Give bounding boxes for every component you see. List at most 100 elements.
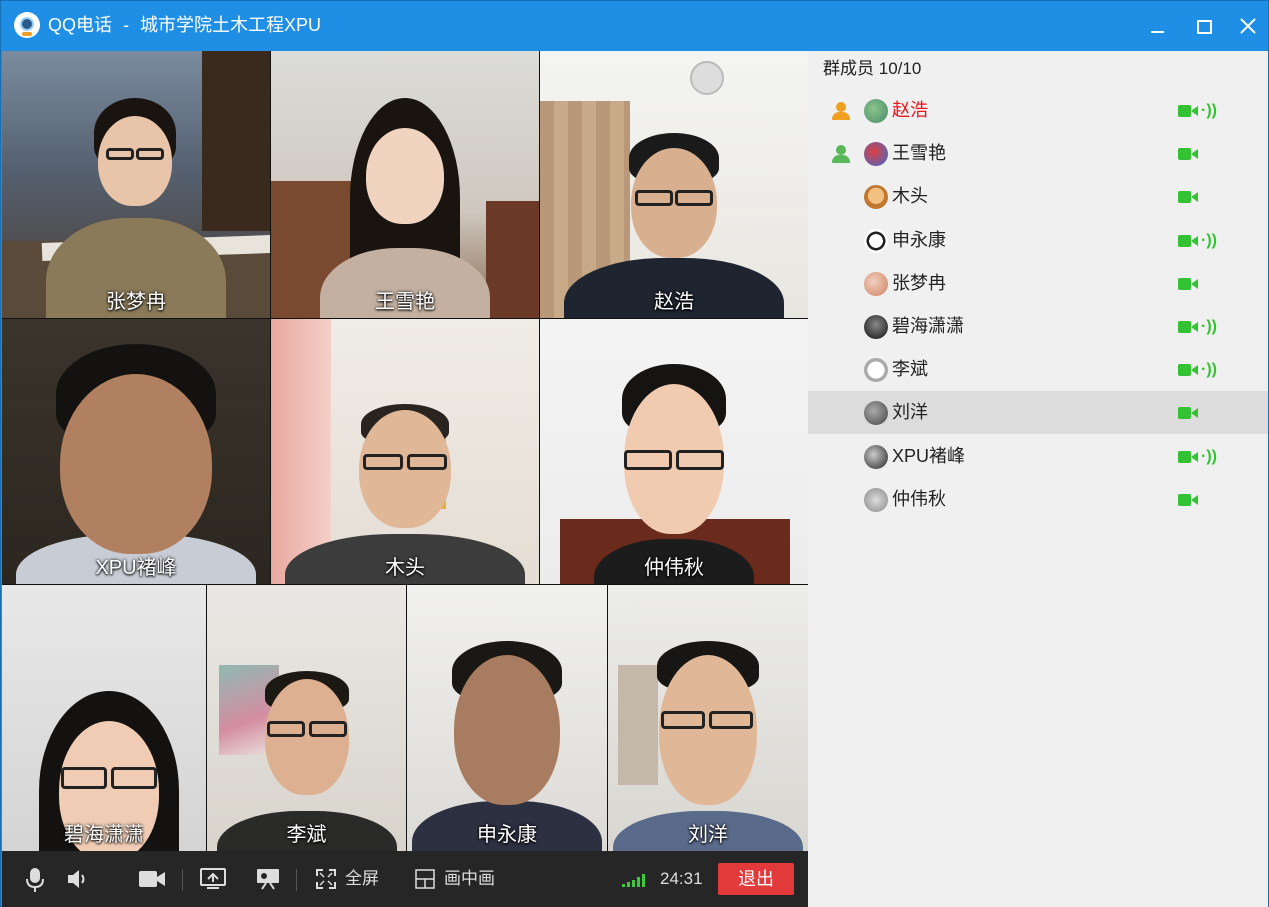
- tile-name-label: 申永康: [477, 824, 537, 846]
- video-camera-icon: [1178, 407, 1198, 420]
- camera-button[interactable]: [136, 851, 170, 907]
- presentation-icon: [257, 869, 279, 890]
- tile-name-label: 李斌: [286, 824, 327, 846]
- video-tile[interactable]: 木头: [271, 319, 539, 584]
- picture-in-picture-button[interactable]: 画中画: [415, 851, 505, 907]
- video-tile[interactable]: XPU褚峰: [2, 319, 270, 584]
- video-tile[interactable]: 李斌: [207, 585, 406, 851]
- picture-in-picture-label: 画中画: [444, 869, 495, 888]
- avatar: [864, 185, 888, 210]
- avatar: [864, 444, 888, 469]
- tile-name-label: 张梦冉: [106, 291, 166, 313]
- avatar: [864, 142, 888, 167]
- member-panel: 群成员 10/10 赵浩 ·)) 王雪艳木头申永康 ·)) 张梦冉碧海潇潇 ·)) 李斌 ·)…: [808, 51, 1268, 907]
- video-tile[interactable]: 申永康: [407, 585, 607, 851]
- avatar: [864, 271, 888, 296]
- qq-app-icon: [14, 12, 40, 38]
- avatar: [864, 487, 888, 512]
- toolbar-divider: [296, 869, 297, 891]
- avatar: [864, 358, 888, 383]
- avatar: [864, 228, 888, 253]
- speaker-button[interactable]: [64, 851, 94, 907]
- member-row[interactable]: 赵浩 ·)): [808, 89, 1268, 132]
- fullscreen-label: 全屏: [345, 869, 379, 888]
- microphone-button[interactable]: [20, 851, 50, 907]
- microphone-icon: [26, 868, 44, 892]
- video-camera-icon: [1178, 493, 1198, 506]
- speaking-icon: ·)): [1201, 231, 1217, 249]
- member-row[interactable]: 木头: [808, 175, 1268, 218]
- member-name: XPU褚峰: [892, 445, 966, 466]
- member-panel-title: 群成员: [823, 59, 874, 78]
- member-name: 张梦冉: [892, 272, 946, 293]
- avatar: [864, 99, 888, 123]
- member-row[interactable]: 李斌 ·)): [808, 348, 1268, 391]
- avatar: [864, 401, 888, 426]
- member-name: 申永康: [892, 229, 946, 250]
- group-name: 城市学院土木工程XPU: [140, 15, 322, 35]
- minimize-button[interactable]: [1140, 9, 1174, 43]
- member-name: 赵浩: [892, 100, 928, 120]
- admin-icon: [830, 143, 852, 165]
- tile-name-label: 刘洋: [688, 824, 728, 846]
- video-tile[interactable]: 赵浩: [540, 51, 808, 318]
- speaking-icon: ·)): [1201, 102, 1217, 119]
- signal-strength-icon: [622, 873, 652, 887]
- video-tile[interactable]: 张梦冉: [2, 51, 270, 318]
- member-name: 木头: [892, 186, 928, 207]
- member-row[interactable]: XPU褚峰 ·)): [808, 435, 1268, 478]
- qq-call-window: QQ电话 - 城市学院土木工程XPU 张梦冉 王雪艳 赵浩 XPU褚峰 木头 仲…: [0, 0, 1269, 907]
- member-row[interactable]: 申永康 ·)): [808, 219, 1268, 262]
- participant-video: [16, 344, 256, 584]
- tile-name-label: 木头: [385, 557, 425, 579]
- member-name: 刘洋: [892, 402, 928, 423]
- member-name: 李斌: [892, 359, 928, 380]
- picture-in-picture-icon: [415, 869, 435, 889]
- app-name: QQ电话: [48, 15, 113, 35]
- member-row[interactable]: 碧海潇潇 ·)): [808, 305, 1268, 348]
- tile-name-label: 碧海潇潇: [64, 824, 144, 846]
- speaking-icon: ·)): [1201, 318, 1217, 335]
- member-name: 仲伟秋: [892, 488, 946, 509]
- call-toolbar: 全屏 画中画 24:31 退出: [2, 851, 808, 907]
- video-tile[interactable]: 碧海潇潇: [2, 585, 206, 851]
- member-name: 碧海潇潇: [892, 316, 964, 336]
- video-tile[interactable]: 王雪艳: [271, 51, 539, 318]
- title-bar[interactable]: QQ电话 - 城市学院土木工程XPU: [1, 1, 1268, 51]
- window-title: QQ电话 - 城市学院土木工程XPU: [48, 14, 321, 36]
- maximize-button[interactable]: [1186, 9, 1220, 43]
- speaking-icon: ·)): [1201, 361, 1217, 379]
- speaking-icon: ·)): [1201, 447, 1217, 465]
- close-button[interactable]: [1231, 9, 1265, 43]
- video-camera-icon: [1178, 450, 1198, 463]
- member-panel-header: 群成员 10/10: [823, 59, 921, 79]
- title-separator: -: [123, 15, 130, 35]
- video-camera-icon: [1178, 277, 1198, 290]
- video-grid: 张梦冉 王雪艳 赵浩 XPU褚峰 木头 仲伟秋 碧海潇潇 李斌 申永康 刘洋: [2, 51, 808, 851]
- video-camera-icon: [1178, 234, 1198, 247]
- video-camera-icon: [1178, 321, 1198, 333]
- tile-name-label: 仲伟秋: [644, 557, 704, 579]
- member-name: 王雪艳: [892, 143, 946, 164]
- video-tile[interactable]: 仲伟秋: [540, 319, 808, 584]
- member-row[interactable]: 张梦冉: [808, 262, 1268, 305]
- tile-name-label: 赵浩: [654, 291, 694, 313]
- member-row[interactable]: 刘洋: [808, 391, 1268, 435]
- fullscreen-button[interactable]: 全屏: [316, 851, 386, 907]
- member-row[interactable]: 仲伟秋: [808, 478, 1268, 521]
- video-camera-icon: [139, 871, 165, 887]
- tile-name-label: 王雪艳: [375, 291, 435, 313]
- video-camera-icon: [1178, 191, 1198, 204]
- member-count: 10/10: [878, 59, 922, 78]
- video-camera-icon: [1178, 105, 1198, 117]
- toolbar-divider: [182, 869, 183, 891]
- tile-name-label: XPU褚峰: [95, 557, 177, 579]
- member-row[interactable]: 王雪艳: [808, 132, 1268, 175]
- screen-share-button[interactable]: [198, 851, 230, 907]
- exit-call-button[interactable]: 退出: [718, 863, 794, 895]
- presentation-button[interactable]: [254, 851, 284, 907]
- screen-share-icon: [200, 868, 226, 889]
- video-camera-icon: [1178, 364, 1198, 377]
- video-camera-icon: [1178, 148, 1198, 161]
- video-tile[interactable]: 刘洋: [608, 585, 808, 851]
